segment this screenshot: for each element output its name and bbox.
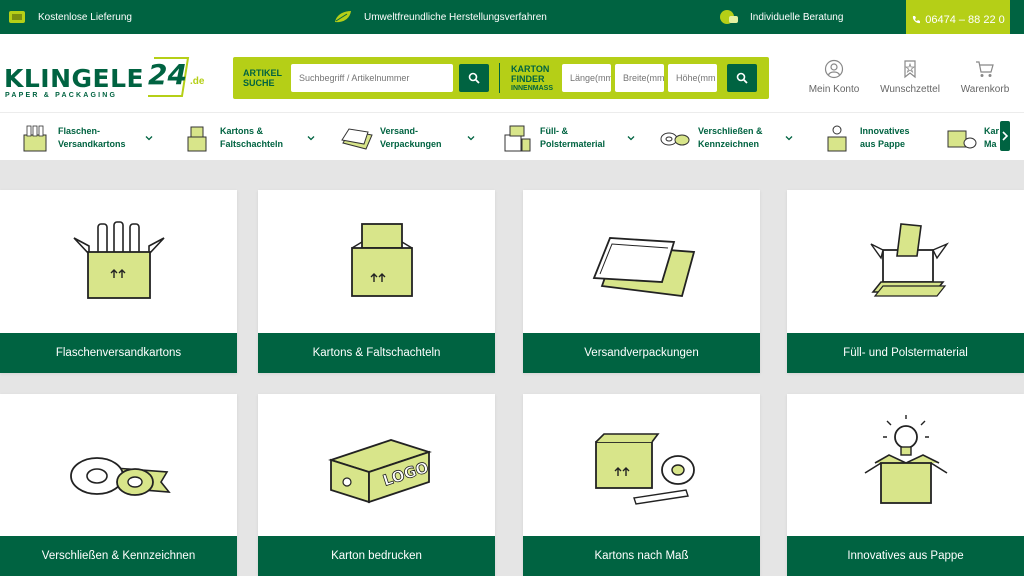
search-divider xyxy=(499,63,500,93)
chevron-down-icon xyxy=(785,136,793,141)
category-tile-box-printing[interactable]: LOGO Karton bedrucken xyxy=(258,394,495,576)
nav-item-closing-labeling[interactable]: Verschließen & Kennzeichnen xyxy=(658,121,794,155)
advice-item: Individuelle Beratung xyxy=(718,0,843,34)
bottle-box-illustration xyxy=(72,221,165,299)
tile-image xyxy=(258,190,495,332)
tile-image xyxy=(0,190,237,332)
free-shipping-item: Kostenlose Lieferung xyxy=(6,0,132,34)
tile-label: Karton bedrucken xyxy=(258,536,495,576)
tile-label: Flaschenversandkartons xyxy=(0,333,237,373)
nav-next-arrow[interactable] xyxy=(1000,121,1010,151)
filling-box-icon xyxy=(504,125,531,152)
category-tile-custom-size[interactable]: Kartons nach Maß xyxy=(523,394,760,576)
tile-image xyxy=(523,394,760,536)
search-input[interactable] xyxy=(291,64,453,92)
category-nav: Flaschen- Versandkartons Kartons & Faltsch… xyxy=(0,112,1024,160)
wishlist-link[interactable]: Wunschzettel xyxy=(870,59,950,95)
search-icon xyxy=(468,72,480,84)
truck-icon xyxy=(9,11,25,23)
cart-icon xyxy=(976,61,994,77)
chat-icon xyxy=(720,10,738,24)
nav-label: Verschließen & Kennzeichnen xyxy=(698,126,763,149)
box-finder-button[interactable] xyxy=(727,64,757,92)
bookmark-star-icon xyxy=(904,60,916,79)
category-tile-bottle-boxes[interactable]: Flaschenversandkartons xyxy=(0,190,237,373)
envelope-icon xyxy=(341,128,373,150)
lightbulb-box-icon xyxy=(827,125,847,152)
nav-item-innovative[interactable]: Innovatives aus Pappe xyxy=(820,121,940,155)
nav-label: Flaschen- Versandkartons xyxy=(58,126,126,149)
height-input[interactable] xyxy=(668,64,717,92)
lightbulb-box-illustration xyxy=(864,415,947,504)
logo-number: 24 xyxy=(148,58,187,91)
search-button[interactable] xyxy=(459,64,489,92)
logo-box-illustration: LOGO xyxy=(327,439,432,504)
tape-illustration xyxy=(69,457,171,496)
box-stack-illustration xyxy=(350,223,413,297)
nav-label: Füll- & Polstermaterial xyxy=(540,126,606,149)
phone-number: 06474 – 88 22 0 xyxy=(925,14,1005,26)
free-shipping-text: Kostenlose Lieferung xyxy=(38,11,132,23)
tile-label: Versandverpackungen xyxy=(523,333,760,373)
nav-item-boxes[interactable]: Kartons & Faltschachteln xyxy=(180,121,316,155)
chevron-down-icon xyxy=(307,136,315,141)
nav-item-custom-boxes[interactable]: Kar Ma xyxy=(944,121,1004,155)
filling-material-illustration xyxy=(869,223,949,297)
phone-icon xyxy=(913,16,921,24)
envelope-illustration xyxy=(592,237,695,297)
tile-label: Füll- und Polstermaterial xyxy=(787,333,1024,373)
wishlist-label: Wunschzettel xyxy=(880,84,940,95)
category-tile-filling-material[interactable]: Füll- und Polstermaterial xyxy=(787,190,1024,373)
account-label: Mein Konto xyxy=(808,84,860,95)
article-search-label: ARTIKEL SUCHE xyxy=(243,68,282,88)
custom-box-icon xyxy=(947,130,977,149)
tile-label: Kartons nach Maß xyxy=(523,536,760,576)
nav-label: Kartons & Faltschachteln xyxy=(220,126,284,149)
nav-item-filling-material[interactable]: Füll- & Polstermaterial xyxy=(500,121,636,155)
cart-link[interactable]: Warenkorb xyxy=(945,59,1024,95)
tile-image: LOGO xyxy=(258,394,495,536)
chevron-down-icon xyxy=(627,136,635,141)
search-box: ARTIKEL SUCHE KARTON FINDER INNENMASS xyxy=(233,57,769,99)
tape-icon xyxy=(660,132,690,146)
site-logo[interactable]: KLINGELE 24 .de PAPER & PACKAGING xyxy=(4,56,204,102)
category-tile-boxes[interactable]: Kartons & Faltschachteln xyxy=(258,190,495,373)
category-tile-innovative[interactable]: Innovatives aus Pappe xyxy=(787,394,1024,576)
tile-label: Verschließen & Kennzeichnen xyxy=(0,536,237,576)
width-input[interactable] xyxy=(615,64,664,92)
nav-label: Versand- Verpackungen xyxy=(380,126,442,149)
tile-image xyxy=(523,190,760,332)
eco-item: Umweltfreundliche Herstellungsverfahren xyxy=(332,0,547,34)
logo-word: KLINGELE xyxy=(4,64,145,93)
category-tile-shipping-packaging[interactable]: Versandverpackungen xyxy=(523,190,760,373)
tile-label: Innovatives aus Pappe xyxy=(787,536,1024,576)
account-link[interactable]: Mein Konto xyxy=(794,59,874,95)
category-tile-closing-labeling[interactable]: Verschließen & Kennzeichnen xyxy=(0,394,237,576)
box-stack-icon xyxy=(187,126,207,152)
nav-item-shipping-packaging[interactable]: Versand- Verpackungen xyxy=(340,121,476,155)
nav-label: Innovatives aus Pappe xyxy=(860,126,910,149)
box-finder-label: KARTON FINDER INNENMASS xyxy=(511,64,554,92)
advice-text: Individuelle Beratung xyxy=(750,11,844,23)
chevron-right-icon xyxy=(1002,131,1009,141)
logo-tld: .de xyxy=(190,76,205,87)
leaf-icon xyxy=(335,11,351,23)
cart-label: Warenkorb xyxy=(960,84,1010,95)
tile-image xyxy=(0,394,237,536)
bottle-box-icon xyxy=(23,125,47,152)
nav-item-bottle-boxes[interactable]: Flaschen- Versandkartons xyxy=(18,121,154,155)
top-info-bar: Kostenlose Lieferung Umweltfreundliche H… xyxy=(0,0,1024,40)
eco-text: Umweltfreundliche Herstellungsverfahren xyxy=(364,11,547,23)
measured-box-illustration xyxy=(594,433,695,505)
tile-image xyxy=(787,190,1024,332)
tile-image xyxy=(787,394,1024,536)
header: KLINGELE 24 .de PAPER & PACKAGING ARTIKE… xyxy=(0,34,1024,112)
search-icon xyxy=(736,72,748,84)
length-input[interactable] xyxy=(562,64,611,92)
chevron-down-icon xyxy=(145,136,153,141)
tile-label: Kartons & Faltschachteln xyxy=(258,333,495,373)
logo-tagline: PAPER & PACKAGING xyxy=(5,92,118,99)
chevron-down-icon xyxy=(467,136,475,141)
user-icon xyxy=(824,59,844,79)
